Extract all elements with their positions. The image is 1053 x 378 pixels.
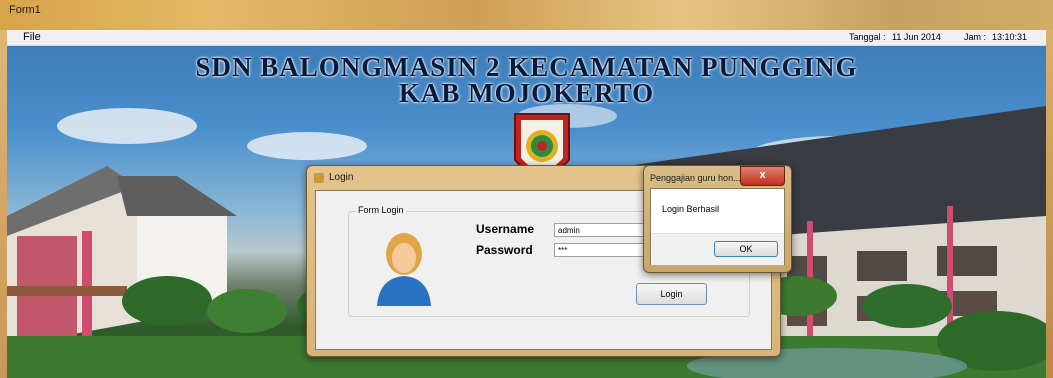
window-frame-left <box>0 30 7 378</box>
message-box-title: Penggajian guru hon... <box>650 173 741 183</box>
message-text: Login Berhasil <box>662 204 720 214</box>
form-icon <box>314 173 324 183</box>
login-group-label: Form Login <box>356 205 406 215</box>
time-value: 13:10:31 <box>992 32 1028 42</box>
window-frame-right <box>1046 30 1053 378</box>
username-label: Username <box>476 222 535 236</box>
region-heading: KAB MOJOKERTO <box>398 78 655 108</box>
message-box: Penggajian guru hon... x Login Berhasil … <box>643 165 792 273</box>
password-label: Password <box>476 243 533 257</box>
date-value: 11 Jun 2014 <box>892 32 941 42</box>
window-title-bar[interactable]: Form1 <box>0 0 1053 30</box>
date-label: Tanggal : <box>849 32 886 42</box>
menu-file[interactable]: File <box>23 31 41 43</box>
login-button[interactable]: Login <box>636 283 707 305</box>
window-title: Form1 <box>9 4 41 16</box>
ok-button[interactable]: OK <box>714 241 778 257</box>
time-label: Jam : <box>964 32 987 42</box>
menu-bar: File Tanggal : 11 Jun 2014 Jam : 13:10:3… <box>7 30 1046 46</box>
message-box-body: Login Berhasil OK <box>650 188 785 265</box>
login-dialog-title: Login <box>329 172 354 183</box>
close-button[interactable]: x <box>740 166 785 186</box>
message-box-footer: OK <box>651 233 784 265</box>
user-avatar-icon <box>377 233 431 306</box>
